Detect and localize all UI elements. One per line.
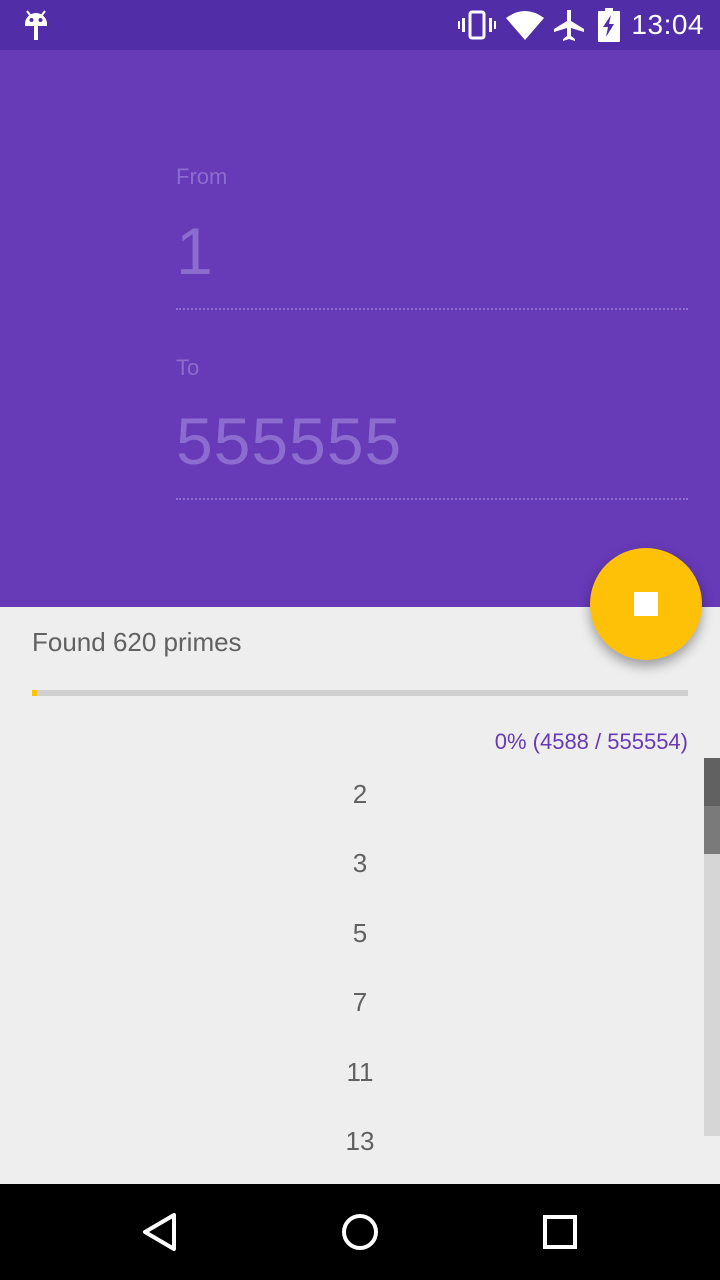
wifi-icon [506,11,544,40]
navigation-bar [0,1184,720,1280]
battery-charging-icon [598,8,620,42]
vibrate-icon [458,10,496,40]
status-bar: 13:04 [0,0,720,50]
from-label: From [176,164,228,189]
scrollbar-fast-scroll-indicator [704,758,720,806]
list-item: 13 [345,1125,375,1156]
list-item: 3 [352,848,368,879]
airplane-mode-icon [554,10,584,41]
scrollbar-thumb[interactable] [704,806,720,854]
list-item: 7 [352,987,368,1018]
found-count-text: Found 620 primes [32,627,242,657]
stop-button[interactable] [590,548,702,660]
from-input[interactable]: 1 [176,213,214,289]
stop-icon [634,592,658,616]
android-debug-icon [25,10,47,40]
status-clock: 13:04 [631,9,704,40]
back-icon[interactable] [136,1208,184,1256]
recents-icon[interactable] [536,1208,584,1256]
progress-bar [32,690,688,696]
progress-text: 0% (4588 / 555554) [494,729,688,754]
from-underline [176,308,688,310]
home-icon[interactable] [336,1208,384,1256]
range-header: From 1 To 555555 [0,50,720,607]
scrollbar-track[interactable] [704,758,720,1136]
to-label: To [176,355,200,380]
prime-list[interactable]: 2 3 5 7 11 13 [0,758,720,1184]
list-item: 5 [352,917,368,948]
list-item: 11 [346,1056,374,1087]
to-input[interactable]: 555555 [176,403,402,479]
to-underline [176,498,688,500]
list-item: 2 [352,779,368,809]
progress-bar-fill [32,690,38,696]
